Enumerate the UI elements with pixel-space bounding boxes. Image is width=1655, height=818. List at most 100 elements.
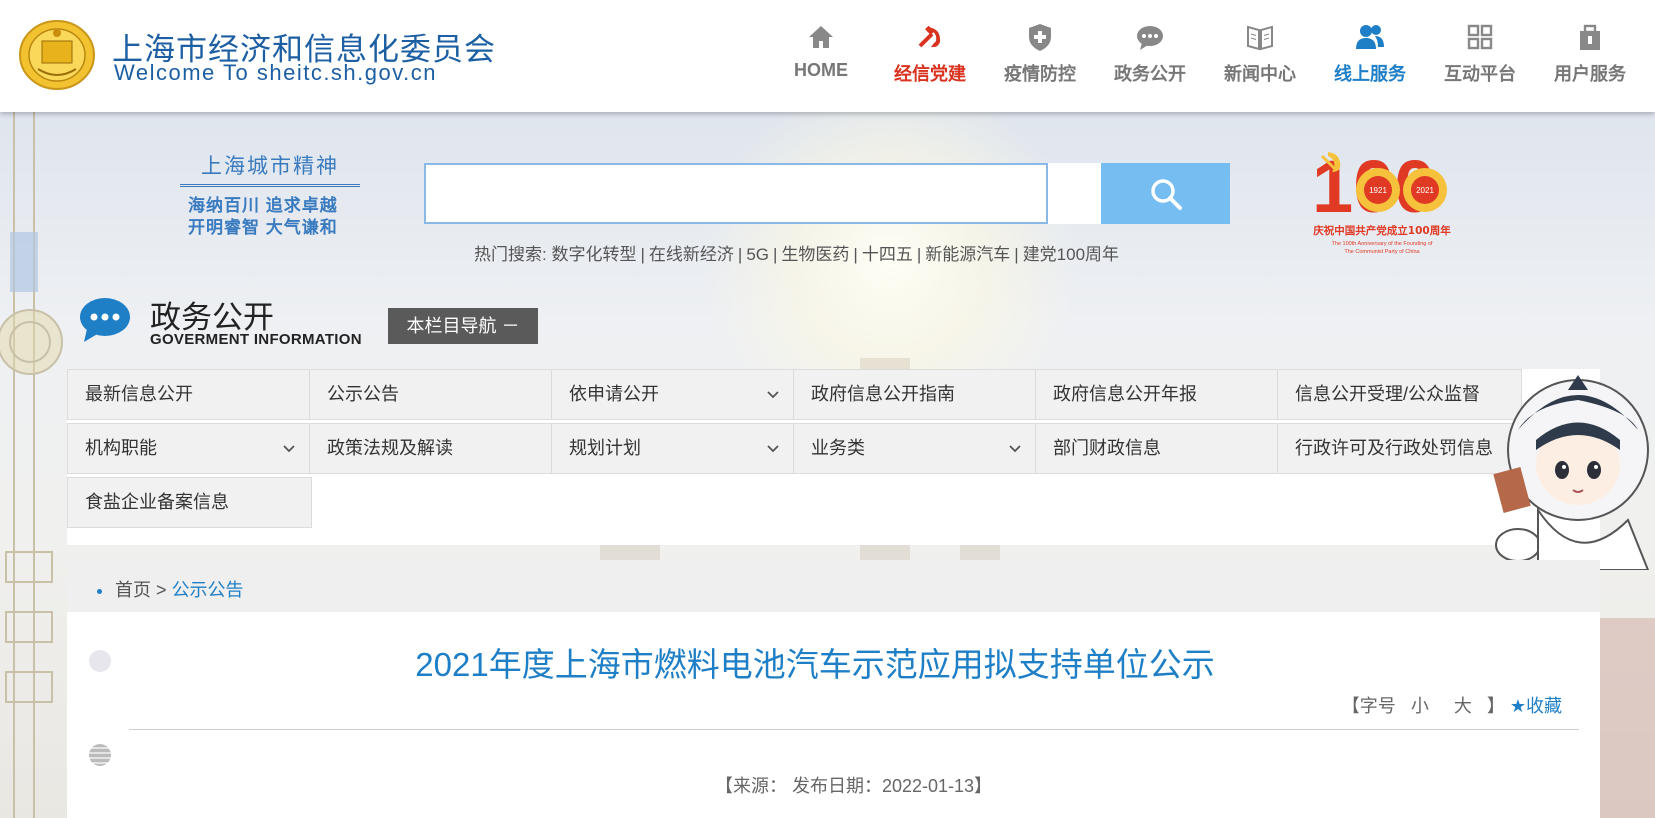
- article-panel: 2021年度上海市燃料电池汽车示范应用拟支持单位公示 【字号 小 大 】 ★收藏…: [67, 612, 1600, 818]
- category-item[interactable]: 规划计划: [551, 423, 796, 474]
- category-label: 行政许可及行政处罚信息: [1295, 438, 1493, 458]
- hot-search-link[interactable]: 新能源汽车: [925, 245, 1010, 264]
- side-bullet-icon: [89, 744, 111, 766]
- breadcrumb-separator: >: [156, 580, 167, 600]
- nav-online-service[interactable]: 线上服务: [1315, 22, 1425, 92]
- category-grid: 最新信息公开 公示公告 依申请公开 政府信息公开指南 政府信息公开年报 信息公开受理/公众…: [67, 369, 1600, 545]
- hot-search: 热门搜索: 数字化转型 | 在线新经济 | 5G | 生物医药 | 十四五 | 新能源汽车 | 建党10…: [474, 240, 1119, 265]
- city-spirit-motto: 上海城市精神 海纳百川 追求卓越 开明睿智 大气谦和: [180, 150, 360, 239]
- badge-year-left: 1921: [1369, 186, 1387, 195]
- category-item[interactable]: 公示公告: [309, 369, 554, 420]
- breadcrumb-current-link[interactable]: 公示公告: [172, 580, 244, 600]
- nav-user-service[interactable]: 用户服务: [1535, 22, 1645, 92]
- bullet-icon: [97, 588, 102, 594]
- gov-info-chat-icon: [80, 298, 130, 342]
- section-subtitle: GOVERMENT INFORMATION: [150, 331, 362, 348]
- briefcase-icon: [1580, 24, 1600, 50]
- category-item[interactable]: 政策法规及解读: [309, 423, 554, 474]
- home-icon: [809, 26, 833, 48]
- category-item[interactable]: 部门财政信息: [1035, 423, 1280, 474]
- category-label: 信息公开受理/公众监督: [1295, 384, 1480, 404]
- chevron-down-icon: [283, 445, 295, 453]
- hot-search-label: 热门搜索:: [474, 245, 547, 264]
- emblem-logo[interactable]: [18, 19, 96, 91]
- category-item[interactable]: 依申请公开: [551, 369, 796, 420]
- category-label: 部门财政信息: [1053, 438, 1161, 458]
- badge-caption-en: The Communist Party of China: [1344, 249, 1420, 255]
- category-item[interactable]: 政府信息公开年报: [1035, 369, 1280, 420]
- book-icon: [1247, 25, 1273, 51]
- badge-caption-cn: 庆祝中国共产党成立100周年: [1312, 224, 1451, 237]
- site-name-en[interactable]: Welcome To sheitc.sh.gov.cn: [114, 60, 437, 86]
- category-label: 规划计划: [569, 438, 641, 458]
- breadcrumb-home-link[interactable]: 首页: [115, 580, 151, 600]
- hammer-sickle-icon: [918, 25, 941, 48]
- article-tools: 【字号 小 大 】 ★收藏: [1342, 692, 1562, 718]
- breadcrumb-bar: 首页 > 公示公告: [67, 560, 1600, 612]
- font-size-label: 【字号: [1341, 696, 1396, 716]
- hot-search-separator: |: [853, 245, 858, 264]
- nav-gov-info[interactable]: 政务公开: [1095, 22, 1205, 92]
- site-header: 上海市经济和信息化委员会 Welcome To sheitc.sh.gov.cn…: [0, 0, 1655, 112]
- category-label: 政府信息公开年报: [1053, 384, 1197, 404]
- hot-search-link[interactable]: 在线新经济: [649, 245, 734, 264]
- hot-search-link[interactable]: 生物医药: [781, 245, 849, 264]
- chevron-down-icon: [767, 391, 779, 399]
- spirit-line: 海纳百川 追求卓越: [188, 196, 338, 215]
- users-icon: [1356, 25, 1384, 49]
- favorite-button[interactable]: ★收藏: [1510, 696, 1562, 716]
- nav-label: 线上服务: [1334, 64, 1406, 84]
- search-box: [424, 163, 1048, 224]
- font-large-button[interactable]: 大: [1454, 696, 1472, 716]
- shield-icon: [1029, 24, 1051, 51]
- nav-label: HOME: [794, 60, 848, 80]
- chevron-down-icon: [1009, 445, 1021, 453]
- nav-epidemic[interactable]: 疫情防控: [985, 22, 1095, 92]
- search-button[interactable]: [1101, 163, 1230, 224]
- category-item[interactable]: 机构职能: [67, 423, 312, 474]
- spirit-line: 开明睿智 大气谦和: [188, 218, 338, 237]
- category-item[interactable]: 最新信息公开: [67, 369, 312, 420]
- search-input-extension[interactable]: [1048, 163, 1101, 224]
- nav-party-building[interactable]: 经信党建: [875, 22, 985, 92]
- divider: [129, 729, 1579, 730]
- category-label: 业务类: [811, 438, 865, 458]
- category-label: 机构职能: [85, 438, 157, 458]
- nav-home[interactable]: HOME: [766, 22, 876, 92]
- hot-search-separator: |: [640, 245, 645, 264]
- grid-icon: [1467, 24, 1493, 50]
- hot-search-link[interactable]: 十四五: [862, 245, 913, 264]
- breadcrumb: 首页 > 公示公告: [97, 576, 244, 602]
- category-item[interactable]: 政府信息公开指南: [793, 369, 1038, 420]
- party-centenary-badge: 100 1921 2021 庆祝中国共产党成立100周年 The 100th A…: [1312, 148, 1451, 255]
- category-item[interactable]: 业务类: [793, 423, 1038, 474]
- category-item[interactable]: 食盐企业备案信息: [67, 477, 312, 528]
- hot-search-link[interactable]: 数字化转型: [551, 245, 636, 264]
- category-label: 政策法规及解读: [327, 438, 453, 458]
- hot-search-link[interactable]: 5G: [746, 245, 769, 264]
- spirit-title: 上海城市精神: [180, 150, 360, 187]
- search-input[interactable]: [426, 165, 1046, 222]
- chevron-down-icon: [767, 445, 779, 453]
- nav-news[interactable]: 新闻中心: [1205, 22, 1315, 92]
- nav-label: 用户服务: [1554, 64, 1626, 84]
- font-size-close: 】: [1486, 696, 1505, 716]
- nav-label: 经信党建: [894, 64, 966, 84]
- hot-search-separator: |: [916, 245, 922, 264]
- nav-interaction[interactable]: 互动平台: [1425, 22, 1535, 92]
- nav-label: 疫情防控: [1004, 64, 1076, 84]
- hot-search-separator: |: [1014, 245, 1019, 264]
- hot-search-separator: |: [773, 245, 778, 264]
- badge-year-right: 2021: [1416, 186, 1434, 195]
- badge-caption-en: The 100th Anniversary of the Founding of: [1332, 241, 1433, 247]
- section-nav-toggle-button[interactable]: 本栏目导航 －: [388, 308, 538, 344]
- nav-label: 政务公开: [1114, 64, 1186, 84]
- category-label: 最新信息公开: [85, 384, 193, 404]
- chat-bubble-icon: [1137, 26, 1163, 50]
- font-small-button[interactable]: 小: [1411, 696, 1429, 716]
- mascot-sticker: [1493, 375, 1650, 570]
- hot-search-separator: |: [737, 245, 743, 264]
- category-label: 政府信息公开指南: [811, 384, 955, 404]
- nav-label: 新闻中心: [1224, 64, 1296, 84]
- hot-search-link[interactable]: 建党100周年: [1023, 245, 1119, 264]
